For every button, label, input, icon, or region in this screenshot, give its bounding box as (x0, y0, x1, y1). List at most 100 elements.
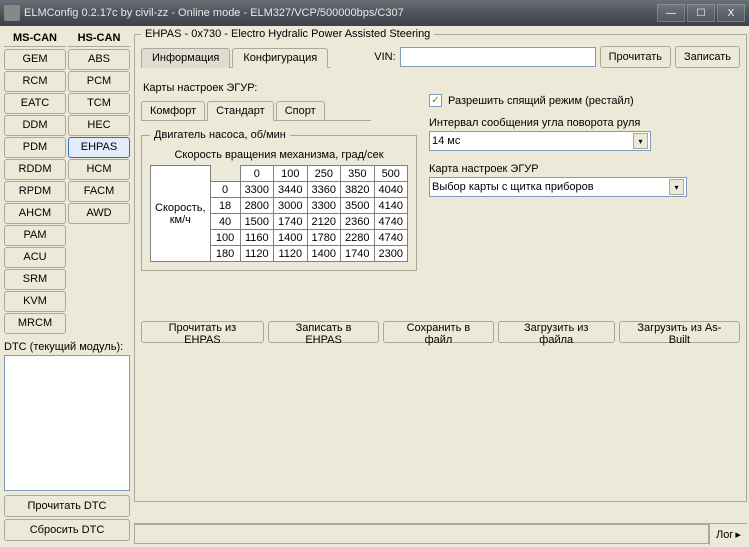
col-header[interactable]: 100 (274, 166, 307, 182)
log-button[interactable]: Лог ▸ (709, 524, 747, 545)
ms-can-header: MS-CAN (4, 30, 66, 47)
vin-input[interactable] (400, 47, 596, 67)
col-header[interactable]: 500 (374, 166, 407, 182)
window-title: ELMConfig 0.2.17c by civil-zz - Online m… (24, 7, 657, 19)
save-to-file-button[interactable]: Сохранить в файл (383, 321, 493, 343)
module-button-ehpas[interactable]: EHPAS (68, 137, 130, 158)
module-button-kvm[interactable]: KVM (4, 291, 66, 312)
table-cell[interactable]: 1160 (240, 230, 273, 246)
map-source-label: Карта настроек ЭГУР (429, 163, 740, 175)
table-cell[interactable]: 3300 (240, 182, 273, 198)
table-cell[interactable]: 1740 (274, 214, 307, 230)
module-button-pam[interactable]: PAM (4, 225, 66, 246)
row-header[interactable]: 40 (210, 214, 240, 230)
module-button-abs[interactable]: ABS (68, 49, 130, 70)
pump-title: Двигатель насоса, об/мин (150, 129, 290, 141)
table-cell[interactable]: 4740 (374, 214, 407, 230)
table-cell[interactable]: 1120 (240, 246, 273, 262)
write-to-ehpas-button[interactable]: Записать в EHPAS (268, 321, 379, 343)
app-icon (4, 5, 20, 21)
dtc-label: DTC (текущий модуль): (4, 341, 130, 353)
hs-can-header: HS-CAN (68, 30, 130, 47)
col-header[interactable]: 0 (240, 166, 273, 182)
tab-info[interactable]: Информация (141, 48, 230, 68)
module-button-hcm[interactable]: HCM (68, 159, 130, 180)
chevron-down-icon: ▾ (669, 179, 684, 195)
module-button-rpdm[interactable]: RPDM (4, 181, 66, 202)
col-header[interactable]: 350 (341, 166, 374, 182)
row-header[interactable]: 180 (210, 246, 240, 262)
module-button-gem[interactable]: GEM (4, 49, 66, 70)
write-button[interactable]: Записать (675, 46, 740, 68)
table-cell[interactable]: 4740 (374, 230, 407, 246)
map-source-value: Выбор карты с щитка приборов (432, 181, 594, 193)
table-cell[interactable]: 2280 (341, 230, 374, 246)
tab-config[interactable]: Конфигурация (232, 48, 328, 68)
close-button[interactable]: X (717, 4, 745, 22)
subtab-standard[interactable]: Стандарт (207, 101, 274, 121)
interval-select[interactable]: 14 мс ▾ (429, 131, 651, 151)
table-cell[interactable]: 1500 (240, 214, 273, 230)
table-cell[interactable]: 2120 (307, 214, 340, 230)
table-cell[interactable]: 1400 (307, 246, 340, 262)
table-cell[interactable]: 1400 (274, 230, 307, 246)
module-title: EHPAS - 0x730 - Electro Hydralic Power A… (141, 28, 434, 40)
table-cell[interactable]: 4140 (374, 198, 407, 214)
table-cell[interactable]: 3360 (307, 182, 340, 198)
subtab-sport[interactable]: Спорт (276, 101, 325, 121)
window-titlebar: ELMConfig 0.2.17c by civil-zz - Online m… (0, 0, 749, 26)
row-header[interactable]: 18 (210, 198, 240, 214)
speed-axis-label: Скорость,км/ч (151, 166, 211, 262)
module-button-ddm[interactable]: DDM (4, 115, 66, 136)
reset-dtc-button[interactable]: Сбросить DTC (4, 519, 130, 541)
table-cell[interactable]: 4040 (374, 182, 407, 198)
module-panel: EHPAS - 0x730 - Electro Hydralic Power A… (134, 28, 747, 502)
table-cell[interactable]: 2360 (341, 214, 374, 230)
module-button-pdm[interactable]: PDM (4, 137, 66, 158)
table-cell[interactable]: 2800 (240, 198, 273, 214)
module-button-mrcm[interactable]: MRCM (4, 313, 66, 334)
read-button[interactable]: Прочитать (600, 46, 671, 68)
read-from-ehpas-button[interactable]: Прочитать из EHPAS (141, 321, 264, 343)
sleep-mode-label: Разрешить спящий режим (рестайл) (448, 95, 634, 107)
table-cell[interactable]: 3000 (274, 198, 307, 214)
chevron-right-icon: ▸ (735, 528, 741, 541)
subtab-comfort[interactable]: Комфорт (141, 101, 205, 121)
module-button-tcm[interactable]: TCM (68, 93, 130, 114)
table-cell[interactable]: 3300 (307, 198, 340, 214)
table-cell[interactable]: 3820 (341, 182, 374, 198)
table-cell[interactable]: 1740 (341, 246, 374, 262)
col-header[interactable]: 250 (307, 166, 340, 182)
module-button-srm[interactable]: SRM (4, 269, 66, 290)
vin-label: VIN: (374, 51, 395, 63)
module-button-facm[interactable]: FACM (68, 181, 130, 202)
read-dtc-button[interactable]: Прочитать DTC (4, 495, 130, 517)
sleep-mode-checkbox[interactable]: ✓ (429, 94, 442, 107)
table-cell[interactable]: 3440 (274, 182, 307, 198)
module-button-rddm[interactable]: RDDM (4, 159, 66, 180)
interval-value: 14 мс (432, 135, 460, 147)
table-cell[interactable]: 3500 (341, 198, 374, 214)
row-header[interactable]: 0 (210, 182, 240, 198)
module-button-ahcm[interactable]: AHCM (4, 203, 66, 224)
row-header[interactable]: 100 (210, 230, 240, 246)
sidebar: MS-CAN GEMRCMEATCDDMPDMRDDMRPDMAHCMPAMAC… (0, 26, 134, 547)
load-from-asbuilt-button[interactable]: Загрузить из As-Built (619, 321, 740, 343)
module-button-eatc[interactable]: EATC (4, 93, 66, 114)
table-cell[interactable]: 1780 (307, 230, 340, 246)
module-button-acu[interactable]: ACU (4, 247, 66, 268)
table-cell[interactable]: 1120 (274, 246, 307, 262)
module-button-hec[interactable]: HEC (68, 115, 130, 136)
table-cell[interactable]: 2300 (374, 246, 407, 262)
module-button-awd[interactable]: AWD (68, 203, 130, 224)
load-from-file-button[interactable]: Загрузить из файла (498, 321, 615, 343)
minimize-button[interactable]: — (657, 4, 685, 22)
dtc-list[interactable] (4, 355, 130, 491)
maximize-button[interactable]: ☐ (687, 4, 715, 22)
map-source-select[interactable]: Выбор карты с щитка приборов ▾ (429, 177, 687, 197)
status-bar: Лог ▸ (134, 523, 747, 545)
module-button-rcm[interactable]: RCM (4, 71, 66, 92)
status-text (134, 524, 709, 544)
log-label: Лог (716, 529, 733, 541)
module-button-pcm[interactable]: PCM (68, 71, 130, 92)
